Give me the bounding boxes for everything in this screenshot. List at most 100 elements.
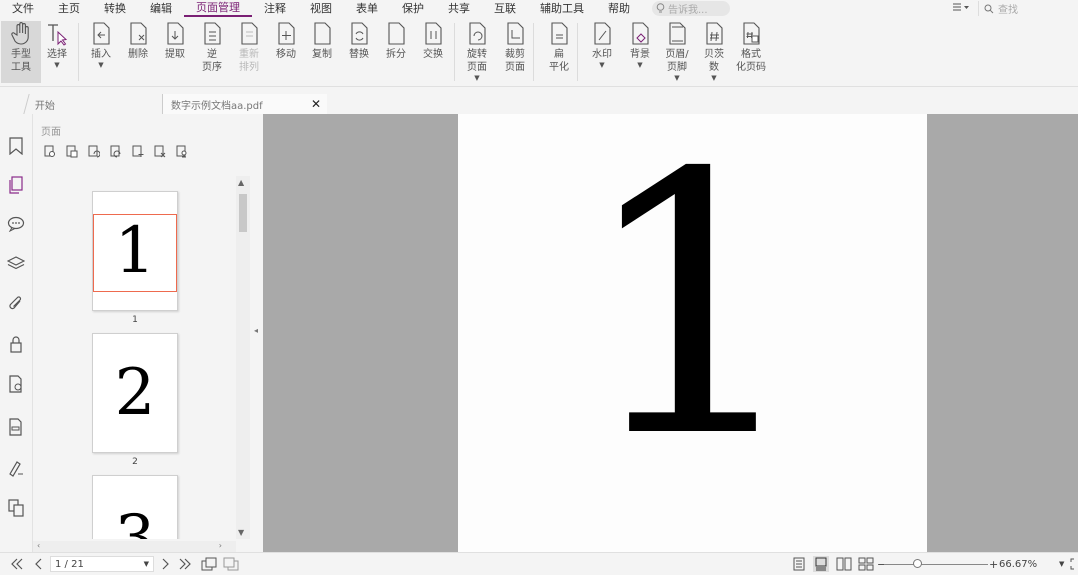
compare-pages-icon[interactable] [7, 498, 25, 518]
ribbon-button-copy-page[interactable]: 复制 [302, 21, 342, 83]
dropdown-caret-icon[interactable]: ▼ [474, 74, 479, 82]
thumbnail-vertical-scrollbar[interactable]: ▲ ▼ [236, 176, 250, 539]
search-field[interactable]: 查找 [978, 1, 1078, 16]
ribbon-button-rotate-page[interactable]: 旋转 页面 ▼ [457, 21, 497, 83]
menu-share[interactable]: 共享 [436, 0, 482, 17]
signature-pen-icon[interactable] [7, 458, 25, 478]
continuous-facing-view-icon[interactable] [858, 556, 874, 572]
ribbon-button-flatten[interactable]: 扁 平化 [539, 21, 579, 83]
menu-page-management[interactable]: 页面管理 [184, 0, 252, 17]
tell-me-box[interactable]: 告诉我... [652, 1, 730, 16]
page-options-icon[interactable] [42, 144, 58, 158]
viewport-indicator[interactable] [93, 214, 177, 292]
ribbon-button-watermark[interactable]: 水印 ▼ [582, 21, 622, 83]
menu-form[interactable]: 表单 [344, 0, 390, 17]
tab-document[interactable]: 数字示例文档aa.pdf ✕ [162, 94, 327, 114]
ribbon-button-rearrange[interactable]: 重新 排列 [229, 21, 269, 83]
next-page-icon[interactable] [160, 556, 170, 572]
panel-splitter[interactable]: ◂ [252, 114, 263, 552]
page-number-input[interactable]: 1 / 21 ▼ [50, 556, 154, 572]
ribbon-button-reverse-order[interactable]: 逆 页序 [192, 21, 232, 83]
ribbon-button-split[interactable]: 拆分 [376, 21, 416, 83]
page-thumbnail-1[interactable]: 1 [92, 191, 178, 311]
zoom-dropdown-icon[interactable]: ▼ [1059, 556, 1064, 572]
menu-file[interactable]: 文件 [0, 0, 46, 17]
menu-help[interactable]: 帮助 [596, 0, 642, 17]
layers-icon[interactable] [7, 254, 25, 274]
dropdown-caret-icon[interactable]: ▼ [98, 61, 103, 69]
menu-comment[interactable]: 注释 [252, 0, 298, 17]
scroll-up-icon[interactable]: ▲ [238, 178, 244, 187]
menu-accessibility[interactable]: 辅助工具 [528, 0, 596, 17]
delete-page-small-icon[interactable] [152, 144, 168, 158]
menu-connect[interactable]: 互联 [482, 0, 528, 17]
zoom-slider-track[interactable] [884, 564, 988, 565]
ribbon-button-label: 扁 平化 [549, 49, 569, 73]
continuous-view-icon[interactable] [813, 556, 829, 572]
document-history-icon[interactable] [7, 374, 25, 394]
dropdown-caret-icon[interactable]: ▼ [674, 74, 679, 82]
ribbon-button-bates-number[interactable]: 贝茨 数 ▼ [694, 21, 734, 83]
ribbon-button-label: 格式 化页码 [736, 49, 766, 73]
thumbnail-horizontal-scrollbar[interactable]: ‹ › [33, 541, 236, 552]
comments-icon[interactable] [7, 214, 25, 234]
zoom-slider-handle[interactable] [913, 559, 922, 568]
ribbon-button-header-footer[interactable]: 页眉/ 页脚 ▼ [657, 21, 697, 83]
insert-page-small-icon[interactable] [64, 144, 80, 158]
ribbon-button-insert-page[interactable]: 插入 ▼ [81, 21, 121, 83]
scroll-down-icon[interactable]: ▼ [238, 528, 244, 537]
scrollbar-thumb[interactable] [239, 194, 247, 232]
ribbon-button-select-text[interactable]: 选择 ▼ [37, 21, 77, 83]
document-tab-bar: 开始 数字示例文档aa.pdf ✕ [0, 88, 1078, 114]
first-page-icon[interactable] [10, 556, 24, 572]
collapse-panel-icon[interactable]: ◂ [254, 326, 258, 335]
ribbon-button-crop-page[interactable]: 裁剪 页面 [495, 21, 535, 83]
page-thumbnail-2[interactable]: 2 [92, 333, 178, 453]
add-page-small-icon[interactable] [130, 144, 146, 158]
page-thumbnail-3[interactable]: 3 [92, 475, 178, 539]
page-properties-small-icon[interactable] [174, 144, 190, 158]
ribbon-display-toggle[interactable] [952, 2, 970, 15]
attachment-icon[interactable] [7, 294, 25, 314]
facing-view-icon[interactable] [836, 556, 852, 572]
single-page-view-icon[interactable] [792, 556, 806, 572]
ribbon-button-delete-page[interactable]: 删除 [118, 21, 158, 83]
dropdown-caret-icon[interactable]: ▼ [637, 61, 642, 69]
dropdown-caret-icon[interactable]: ▼ [54, 61, 59, 69]
previous-view-icon[interactable] [201, 556, 217, 572]
menu-edit[interactable]: 编辑 [138, 0, 184, 17]
page-dropdown-icon[interactable]: ▼ [144, 560, 149, 568]
rotate-right-small-icon[interactable] [108, 144, 124, 158]
ribbon-separator [454, 23, 455, 81]
dropdown-caret-icon[interactable]: ▼ [599, 61, 604, 69]
scroll-left-icon[interactable]: ‹ [37, 541, 40, 550]
menu-view[interactable]: 视图 [298, 0, 344, 17]
ribbon-button-replace-page[interactable]: 替换 [339, 21, 379, 83]
rotate-left-small-icon[interactable] [86, 144, 102, 158]
menu-home[interactable]: 主页 [46, 0, 92, 17]
last-page-icon[interactable] [178, 556, 192, 572]
security-lock-icon[interactable] [7, 334, 25, 354]
pages-panel-icon[interactable] [7, 175, 25, 195]
ribbon-button-move-page[interactable]: 移动 [266, 21, 306, 83]
dropdown-caret-icon[interactable]: ▼ [711, 74, 716, 82]
ribbon-button-label: 重新 排列 [239, 49, 259, 73]
form-fields-icon[interactable] [7, 417, 25, 437]
close-tab-icon[interactable]: ✕ [311, 97, 321, 111]
scroll-right-icon[interactable]: › [219, 541, 222, 550]
zoom-in-icon[interactable]: + [989, 556, 998, 572]
ribbon-button-background[interactable]: 背景 ▼ [620, 21, 660, 83]
ribbon-button-hand[interactable]: 手型 工具 [1, 21, 41, 83]
zoom-level-value[interactable]: 66.67% [999, 556, 1037, 572]
menu-convert[interactable]: 转换 [92, 0, 138, 17]
bookmark-icon[interactable] [7, 136, 25, 156]
menu-protect[interactable]: 保护 [390, 0, 436, 17]
fullscreen-icon[interactable] [1070, 556, 1078, 572]
previous-page-icon[interactable] [34, 556, 44, 572]
next-view-icon[interactable] [223, 556, 239, 572]
tab-start[interactable]: 开始 [23, 94, 164, 114]
ribbon-button-swap[interactable]: 交换 [413, 21, 453, 83]
ribbon-button-extract-page[interactable]: 提取 [155, 21, 195, 83]
document-viewport[interactable]: 1 [263, 114, 1078, 552]
ribbon-button-format-page-number[interactable]: 格式 化页码 [731, 21, 771, 83]
